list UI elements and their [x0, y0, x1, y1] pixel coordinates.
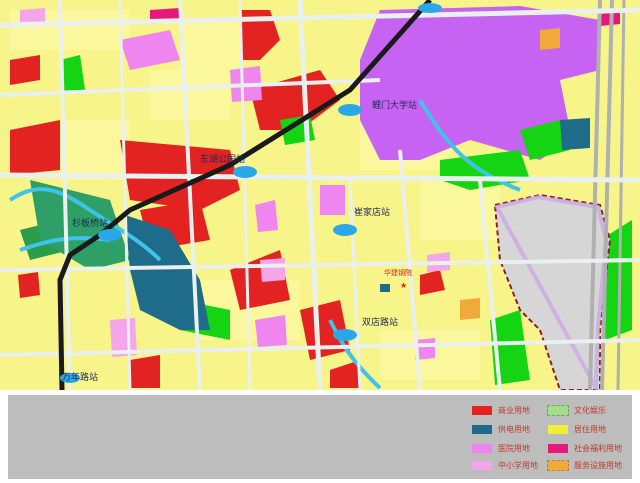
legend-label: 社会福利用地	[574, 443, 622, 453]
legend-label: 文化娱乐	[574, 405, 606, 415]
power-swatch	[472, 424, 492, 434]
welfare-swatch	[548, 443, 568, 453]
legend-label: 医院用地	[498, 443, 530, 453]
star-icon: ★	[400, 281, 407, 290]
land-use-map: 鲤门大学站 东湖公园站 杉板桥站 崔家店站 双店路站 万年路站 华建钢院 ★	[0, 0, 640, 390]
legend-label: 服务设施用地	[574, 460, 622, 470]
legend-item: 社会福利用地	[548, 441, 622, 455]
legend-item: 医院用地	[472, 441, 530, 455]
legend-label: 中小学用地	[498, 460, 538, 470]
legend-item: 服务设施用地	[547, 458, 622, 472]
legend-item: 居住用地	[548, 422, 606, 436]
hospital-swatch	[472, 443, 492, 453]
legend-item: 商业用地	[472, 403, 530, 417]
legend-label: 供电用地	[498, 424, 530, 434]
station-label: 杉板桥站	[72, 217, 108, 229]
residential-swatch	[548, 424, 568, 434]
culture-swatch	[547, 404, 569, 416]
legend-item: 中小学用地	[472, 458, 538, 472]
legend-item: 文化娱乐	[547, 403, 606, 417]
commercial-swatch	[472, 405, 492, 415]
legend-item: 供电用地	[472, 422, 530, 436]
station-label: 东湖公园站	[200, 153, 245, 165]
station-label: 鲤门大学站	[372, 99, 417, 111]
legend: 商业用地 文化娱乐 供电用地 居住用地 医院用地 社会福利用地 中小学用地 服务…	[8, 395, 632, 479]
school-swatch	[472, 460, 492, 470]
station-label: 崔家店站	[354, 206, 390, 218]
service-swatch	[547, 459, 569, 471]
legend-label: 商业用地	[498, 405, 530, 415]
station-label: 万年路站	[62, 371, 98, 383]
station-label: 双店路站	[362, 316, 398, 328]
legend-label: 居住用地	[574, 424, 606, 434]
site-label: 华建钢院	[384, 268, 412, 277]
